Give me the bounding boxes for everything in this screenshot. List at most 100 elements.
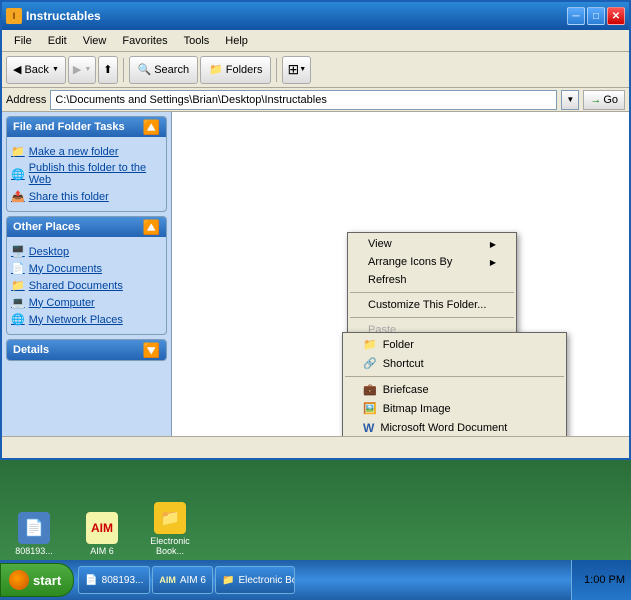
details-title: Details <box>13 344 49 356</box>
right-panel[interactable]: View Arrange Icons By Refresh Customize … <box>172 112 629 436</box>
taskbar-doc-icon: 📄 <box>85 575 97 586</box>
doc-file-icon: 📄 <box>18 512 50 544</box>
shared-documents-link[interactable]: 📁 Shared Documents <box>11 277 162 294</box>
sub-shortcut[interactable]: 🔗 Shortcut <box>343 354 566 373</box>
folders-button[interactable]: 📁 Folders <box>200 56 271 84</box>
taskbar: start 📄 808193... AIM AIM 6 📁 Electronic… <box>0 560 631 600</box>
folders-icon: 📁 <box>209 63 223 76</box>
view-button[interactable]: ⊞ ▼ <box>282 56 311 84</box>
share-folder-link[interactable]: 📤 Share this folder <box>11 188 162 205</box>
sub-bitmap[interactable]: 🖼️ Bitmap Image <box>343 399 566 418</box>
address-input[interactable] <box>50 90 557 110</box>
view-dropdown-icon: ▼ <box>299 66 306 73</box>
ebook-label: Electronic Book... <box>140 536 200 556</box>
forward-arrow-icon: ▶ <box>73 63 81 76</box>
desktop-link[interactable]: 🖥️ Desktop <box>11 243 162 260</box>
desktop: 📄 808193... AIM AIM 6 📁 Electronic Book.… <box>0 460 631 560</box>
toolbar-separator-1 <box>123 58 124 82</box>
file-tasks-title: File and Folder Tasks <box>13 121 125 133</box>
up-button[interactable]: ⬆ <box>98 56 117 84</box>
my-documents-link[interactable]: 📄 My Documents <box>11 260 162 277</box>
word-icon: W <box>363 421 374 435</box>
folders-label: Folders <box>226 64 263 76</box>
window-icon: I <box>6 8 22 24</box>
other-places-header[interactable]: Other Places 🔼 <box>7 217 166 237</box>
my-documents-icon: 📄 <box>11 262 25 275</box>
menu-tools[interactable]: Tools <box>176 33 218 49</box>
ctx-refresh[interactable]: Refresh <box>348 271 516 289</box>
briefcase-icon: 💼 <box>363 383 377 396</box>
ctx-arrange[interactable]: Arrange Icons By <box>348 253 516 271</box>
sub-folder[interactable]: 📁 Folder <box>343 335 566 354</box>
shared-docs-icon: 📁 <box>11 279 25 292</box>
go-arrow-icon: → <box>590 94 601 106</box>
view-icon: ⊞ <box>287 61 299 78</box>
menu-favorites[interactable]: Favorites <box>114 33 175 49</box>
window-title: Instructables <box>26 9 567 23</box>
start-orb-icon <box>9 570 29 590</box>
go-button[interactable]: → Go <box>583 90 625 110</box>
explorer-window: I Instructables ─ □ ✕ File Edit View Fav… <box>0 0 631 460</box>
taskbar-item-ebook[interactable]: 📁 Electronic Book... <box>215 566 295 594</box>
search-icon: 🔍 <box>138 63 152 76</box>
publish-folder-link[interactable]: 🌐 Publish this folder to the Web <box>11 160 162 188</box>
menubar: File Edit View Favorites Tools Help <box>2 30 629 52</box>
desktop-icon-electronic-book[interactable]: 📁 Electronic Book... <box>140 502 200 556</box>
go-label: Go <box>603 94 618 106</box>
ctx-view[interactable]: View <box>348 235 516 253</box>
sub-briefcase[interactable]: 💼 Briefcase <box>343 380 566 399</box>
shortcut-icon: 🔗 <box>363 357 377 370</box>
ctx-customize[interactable]: Customize This Folder... <box>348 296 516 314</box>
close-button[interactable]: ✕ <box>607 7 625 25</box>
menu-help[interactable]: Help <box>217 33 256 49</box>
search-label: Search <box>154 64 189 76</box>
network-icon: 🌐 <box>11 313 25 326</box>
ctx-sep-2 <box>350 317 514 318</box>
other-places-body: 🖥️ Desktop 📄 My Documents 📁 Shared Docum… <box>7 237 166 334</box>
minimize-button[interactable]: ─ <box>567 7 585 25</box>
ctx-sep-1 <box>350 292 514 293</box>
my-network-places-link[interactable]: 🌐 My Network Places <box>11 311 162 328</box>
details-toggle[interactable]: 🔽 <box>143 343 160 357</box>
details-section: Details 🔽 <box>6 339 167 361</box>
ebook-folder-icon: 📁 <box>154 502 186 534</box>
toolbar-separator-2 <box>276 58 277 82</box>
taskbar-item-808193[interactable]: 📄 808193... <box>78 566 150 594</box>
maximize-button[interactable]: □ <box>587 7 605 25</box>
aim-label: AIM 6 <box>90 546 114 556</box>
search-button[interactable]: 🔍 Search <box>129 56 199 84</box>
desktop-icon-aim[interactable]: AIM AIM 6 <box>72 512 132 556</box>
other-places-toggle[interactable]: 🔼 <box>143 220 160 234</box>
file-tasks-toggle[interactable]: 🔼 <box>143 120 160 134</box>
system-tray: 1:00 PM <box>571 560 631 600</box>
new-folder-icon: 📁 <box>11 145 25 158</box>
make-new-folder-link[interactable]: 📁 Make a new folder <box>11 143 162 160</box>
back-button[interactable]: ◀ Back ▼ <box>6 56 66 84</box>
start-button[interactable]: start <box>0 563 74 597</box>
bitmap-icon: 🖼️ <box>363 402 377 415</box>
share-icon: 📤 <box>11 190 25 203</box>
statusbar <box>2 436 629 458</box>
folder-icon: 📁 <box>363 338 377 351</box>
taskbar-item-aim[interactable]: AIM AIM 6 <box>152 566 213 594</box>
doc-label: 808193... <box>15 546 53 556</box>
publish-icon: 🌐 <box>11 168 25 181</box>
sub-word-doc[interactable]: W Microsoft Word Document <box>343 418 566 436</box>
left-panel: File and Folder Tasks 🔼 📁 Make a new fol… <box>2 112 172 436</box>
file-tasks-body: 📁 Make a new folder 🌐 Publish this folde… <box>7 137 166 211</box>
taskbar-ebook-label: Electronic Book... <box>238 575 295 586</box>
desktop-icon-808193[interactable]: 📄 808193... <box>4 512 64 556</box>
window-controls: ─ □ ✕ <box>567 7 625 25</box>
other-places-title: Other Places <box>13 221 80 233</box>
file-tasks-header[interactable]: File and Folder Tasks 🔼 <box>7 117 166 137</box>
details-header[interactable]: Details 🔽 <box>7 340 166 360</box>
other-places-section: Other Places 🔼 🖥️ Desktop 📄 My Documents… <box>6 216 167 335</box>
address-dropdown[interactable]: ▼ <box>561 90 579 110</box>
my-computer-link[interactable]: 💻 My Computer <box>11 294 162 311</box>
sub-sep-1 <box>345 376 564 377</box>
menu-file[interactable]: File <box>6 33 40 49</box>
menu-view[interactable]: View <box>75 33 115 49</box>
menu-edit[interactable]: Edit <box>40 33 75 49</box>
forward-button[interactable]: ▶ ▼ <box>68 56 96 84</box>
taskbar-ebook-icon: 📁 <box>222 575 234 586</box>
